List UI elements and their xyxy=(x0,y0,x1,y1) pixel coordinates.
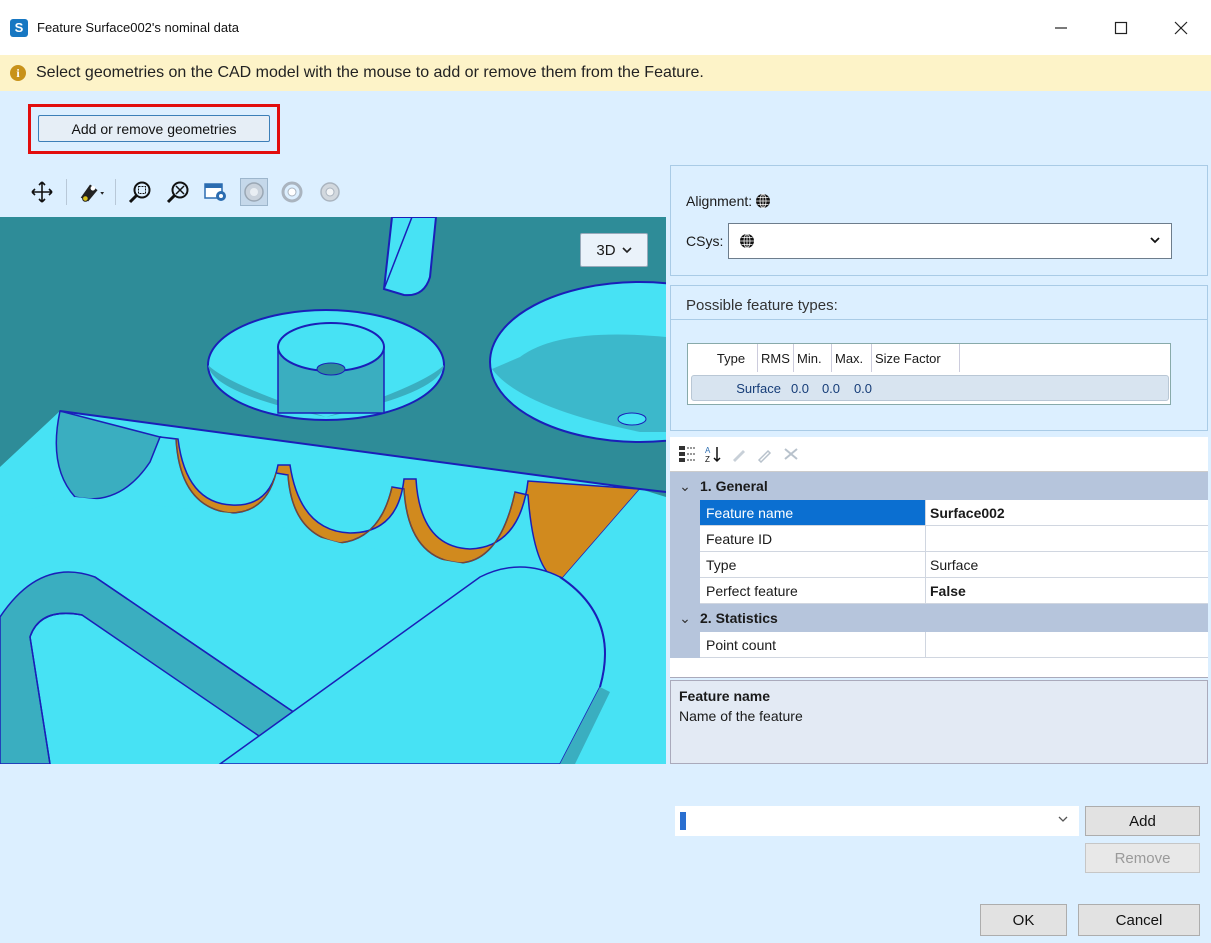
pencil-icon[interactable] xyxy=(756,445,774,463)
property-description: Feature name Name of the feature xyxy=(670,680,1208,764)
svg-text:A: A xyxy=(705,446,711,455)
cad-model-render xyxy=(0,217,666,764)
chevron-down-icon xyxy=(622,247,632,254)
property-name: Feature name xyxy=(700,500,926,526)
column-header-min[interactable]: Min. xyxy=(794,344,832,372)
minimize-button[interactable] xyxy=(1031,0,1091,55)
cell-min: 0.0 xyxy=(821,380,841,396)
property-row-feature-name[interactable]: Feature name Surface002 xyxy=(670,500,1208,526)
property-grid: ⌄ 1. General Feature name Surface002 Fea… xyxy=(670,471,1208,678)
maximize-icon xyxy=(1114,21,1128,34)
view-toolbar xyxy=(28,175,344,209)
zoom-window-icon[interactable] xyxy=(126,178,154,206)
camera-icon[interactable] xyxy=(77,178,105,206)
sort-alphabetical-icon[interactable]: AZ xyxy=(704,445,722,463)
clear-icon[interactable] xyxy=(782,445,800,463)
table-row[interactable]: Surface 0.0 0.0 0.0 xyxy=(691,375,1169,401)
chevron-down-icon xyxy=(1058,816,1068,822)
ok-button[interactable]: OK xyxy=(980,904,1067,936)
description-title: Feature name xyxy=(679,688,771,704)
shaded-view-icon[interactable] xyxy=(240,178,268,206)
remove-button[interactable]: Remove xyxy=(1085,843,1200,873)
feature-types-header: Type RMS Min. Max. Size Factor xyxy=(688,344,1170,372)
csys-label: CSys: xyxy=(686,233,724,249)
property-name: Perfect feature xyxy=(700,578,926,604)
feature-types-panel: Possible feature types: Type RMS Min. Ma… xyxy=(670,285,1208,431)
add-remove-geometries-button[interactable]: Add or remove geometries xyxy=(38,115,270,142)
window-title: Feature Surface002's nominal data xyxy=(37,20,239,35)
chevron-down-icon[interactable]: ⌄ xyxy=(670,478,700,495)
highlight-frame: Add or remove geometries xyxy=(28,104,280,154)
hidden-line-view-icon[interactable] xyxy=(316,178,344,206)
property-name: Type xyxy=(700,552,926,578)
cell-type: Surface xyxy=(736,380,781,396)
property-row-feature-id[interactable]: Feature ID xyxy=(670,526,1208,552)
feature-types-title: Possible feature types: xyxy=(686,297,838,314)
cancel-button[interactable]: Cancel xyxy=(1078,904,1200,936)
view-settings-icon[interactable] xyxy=(202,178,230,206)
close-button[interactable] xyxy=(1151,0,1211,55)
alignment-panel: Alignment: CSys: xyxy=(670,165,1208,276)
property-value[interactable]: False xyxy=(926,578,1208,604)
svg-text:Z: Z xyxy=(705,455,710,463)
zoom-fit-icon[interactable] xyxy=(164,178,192,206)
wireframe-view-icon[interactable] xyxy=(278,178,306,206)
property-value[interactable] xyxy=(926,526,1208,552)
maximize-button[interactable] xyxy=(1091,0,1151,55)
column-header-rms[interactable]: RMS xyxy=(758,344,794,372)
category-label: 1. General xyxy=(700,478,768,494)
property-value[interactable] xyxy=(926,632,1208,658)
property-value[interactable]: Surface002 xyxy=(926,500,1208,526)
chevron-down-icon xyxy=(1150,237,1160,244)
column-header-max[interactable]: Max. xyxy=(832,344,872,372)
alignment-label-text: Alignment: xyxy=(686,193,753,209)
text-cursor xyxy=(680,812,686,830)
property-value[interactable]: Surface xyxy=(926,552,1208,578)
property-grid-toolbar: AZ xyxy=(670,437,1208,471)
cad-viewport[interactable] xyxy=(0,217,666,764)
info-icon: i xyxy=(10,65,26,81)
divider xyxy=(671,319,1207,320)
chevron-down-icon[interactable]: ⌄ xyxy=(670,610,700,627)
csys-select[interactable] xyxy=(728,223,1172,259)
property-row-point-count[interactable]: Point count xyxy=(670,632,1208,658)
property-row-perfect-feature[interactable]: Perfect feature False xyxy=(670,578,1208,604)
toolbar-separator xyxy=(66,179,67,205)
info-bar: i Select geometries on the CAD model wit… xyxy=(0,55,1211,91)
pan-icon[interactable] xyxy=(28,178,56,206)
edit-icon[interactable] xyxy=(730,445,748,463)
window-controls xyxy=(1031,0,1211,55)
view-mode-value: 3D xyxy=(596,241,616,259)
globe-icon xyxy=(756,193,771,209)
minimize-icon xyxy=(1055,26,1067,29)
add-button[interactable]: Add xyxy=(1085,806,1200,836)
category-label: 2. Statistics xyxy=(700,610,778,626)
column-header-size-factor[interactable]: Size Factor xyxy=(872,344,960,372)
alignment-label: Alignment: xyxy=(686,193,771,209)
info-message: Select geometries on the CAD model with … xyxy=(36,64,704,81)
cell-max: 0.0 xyxy=(853,380,873,396)
app-icon: S xyxy=(10,18,28,37)
category-general[interactable]: ⌄ 1. General xyxy=(670,472,1208,500)
globe-icon xyxy=(740,233,754,249)
cell-rms: 0.0 xyxy=(790,380,810,396)
feature-types-table: Type RMS Min. Max. Size Factor Surface 0… xyxy=(687,343,1171,405)
geometry-combo[interactable] xyxy=(675,806,1079,836)
description-text: Name of the feature xyxy=(679,708,803,724)
property-row-type[interactable]: Type Surface xyxy=(670,552,1208,578)
categorized-icon[interactable] xyxy=(678,445,696,463)
category-statistics[interactable]: ⌄ 2. Statistics xyxy=(670,604,1208,632)
toolbar-separator xyxy=(115,179,116,205)
property-name: Point count xyxy=(700,632,926,658)
close-icon xyxy=(1174,21,1188,34)
column-header-type[interactable]: Type xyxy=(688,344,758,372)
property-name: Feature ID xyxy=(700,526,926,552)
title-bar: S Feature Surface002's nominal data xyxy=(0,0,1211,55)
view-mode-select[interactable]: 3D xyxy=(580,233,648,267)
